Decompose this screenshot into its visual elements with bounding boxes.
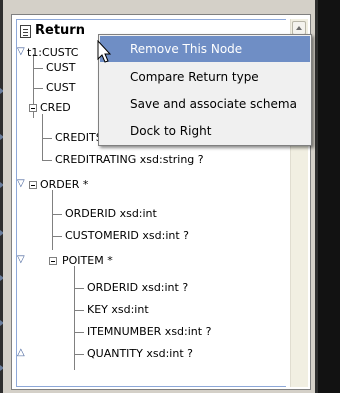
tree-node[interactable]: KEY xsd:int (17, 302, 277, 318)
tree-node-label: t1:CUSTC (27, 46, 79, 59)
collapse-box-icon[interactable] (29, 104, 37, 112)
menu-item-dock-to-right[interactable]: Dock to Right (100, 118, 310, 144)
tree-node-label: ITEMNUMBER xsd:int ? (87, 325, 212, 338)
collapse-box-icon[interactable] (49, 257, 57, 265)
document-icon (20, 25, 31, 38)
tree-node[interactable]: ORDERID xsd:int (17, 206, 277, 222)
header-title: Return (35, 23, 85, 38)
tree-node-label: CUSTOMERID xsd:int ? (65, 229, 189, 242)
tree-node-label: QUANTITY xsd:int ? (87, 347, 193, 360)
tree-node-label: CREDITRATING xsd:string ? (55, 153, 204, 166)
tree-node[interactable]: ▽ POITEM * (17, 253, 277, 269)
tree-node[interactable]: △ QUANTITY xsd:int ? (17, 346, 277, 362)
tree-node[interactable]: ▽ ORDER * (17, 177, 277, 193)
collapse-box-icon[interactable] (29, 181, 37, 189)
menu-item-save-associate-schema[interactable]: Save and associate schema (100, 91, 310, 117)
tree-node[interactable]: CUSTOMERID xsd:int ? (17, 228, 277, 244)
tree-node[interactable]: CREDITRATING xsd:string ? (17, 152, 277, 168)
tree-node-label: ORDERID xsd:int (65, 207, 157, 220)
expand-glyph-icon[interactable]: △ (17, 345, 25, 361)
tree-node-label: POITEM * (62, 254, 113, 267)
tree-node[interactable]: ORDERID xsd:int ? (17, 280, 277, 296)
tree-node-label: CUST (46, 61, 76, 74)
tree-node-label: KEY xsd:int (87, 303, 149, 316)
tree-node-label: CRED (40, 101, 71, 114)
menu-item-remove-node[interactable]: Remove This Node (100, 36, 310, 62)
background-dark-region (318, 0, 340, 393)
collapse-glyph-icon[interactable]: ▽ (17, 176, 25, 192)
menu-item-compare-return-type[interactable]: Compare Return type (100, 64, 310, 90)
mouse-pointer-icon (97, 40, 112, 63)
scroll-up-icon[interactable] (292, 21, 306, 35)
tree-node[interactable]: ITEMNUMBER xsd:int ? (17, 324, 277, 340)
tree-node-label: CUST (46, 81, 76, 94)
collapse-glyph-icon[interactable]: ▽ (17, 44, 25, 60)
collapse-glyph-icon[interactable]: ▽ (17, 252, 25, 268)
tree-node-label: ORDERID xsd:int ? (87, 281, 189, 294)
tree-node-label: ORDER * (40, 178, 89, 191)
context-menu: Remove This Node Compare Return type Sav… (98, 34, 312, 146)
